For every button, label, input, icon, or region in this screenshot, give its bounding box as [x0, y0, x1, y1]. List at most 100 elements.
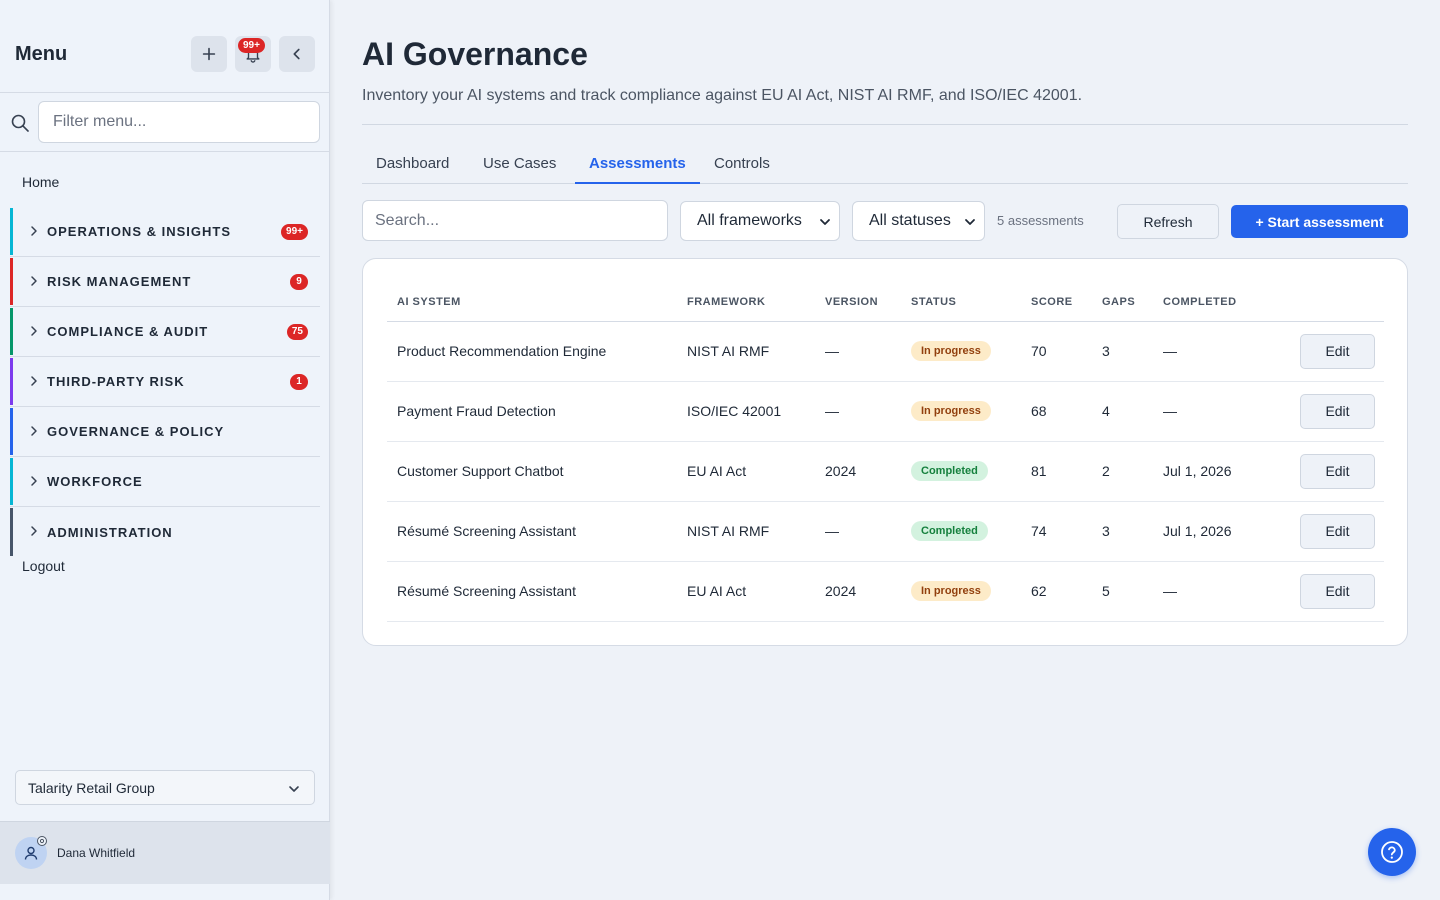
- chevron-right-icon: [31, 226, 37, 236]
- sidebar-group-label: WORKFORCE: [47, 474, 143, 489]
- organization-select-value: Talarity Retail Group: [28, 779, 155, 796]
- chevron-right-icon: [31, 276, 37, 286]
- column-header: STATUS: [901, 284, 1021, 322]
- cell-completed: Jul 1, 2026: [1153, 441, 1290, 502]
- sidebar-group-operations-insights[interactable]: OPERATIONS & INSIGHTS 99+: [10, 207, 320, 257]
- gear-icon: [37, 836, 47, 846]
- cell-status: Completed: [901, 441, 1021, 502]
- cell-version: —: [815, 501, 901, 562]
- cell-gaps: 4: [1092, 381, 1153, 442]
- sidebar-group-third-party-risk[interactable]: THIRD-PARTY RISK 1: [10, 357, 320, 407]
- table-row: Customer Support Chatbot EU AI Act 2024 …: [387, 441, 1384, 502]
- help-icon: [1381, 841, 1403, 863]
- table-header-row: AI SYSTEM FRAMEWORK VERSION STATUS SCORE…: [387, 284, 1384, 322]
- cell-status: In progress: [901, 561, 1021, 622]
- edit-button[interactable]: Edit: [1300, 513, 1375, 549]
- count-badge: 9: [290, 273, 308, 290]
- sidebar-group-governance-policy[interactable]: GOVERNANCE & POLICY: [10, 407, 320, 457]
- cell-status: In progress: [901, 321, 1021, 382]
- cell-ai-system: Customer Support Chatbot: [387, 441, 677, 502]
- status-badge: In progress: [911, 401, 991, 421]
- chevron-down-icon: [289, 786, 299, 792]
- chevron-down-icon: [820, 219, 830, 225]
- status-filter-select[interactable]: All statuses: [852, 201, 985, 241]
- edit-button[interactable]: Edit: [1300, 393, 1375, 429]
- sidebar-group-risk-management[interactable]: RISK MANAGEMENT 9: [10, 257, 320, 307]
- notification-badge: 99+: [238, 38, 265, 53]
- status-badge: In progress: [911, 341, 991, 361]
- sidebar-group-compliance-audit[interactable]: COMPLIANCE & AUDIT 75: [10, 307, 320, 357]
- framework-filter-select[interactable]: All frameworks: [680, 201, 840, 241]
- cell-gaps: 3: [1092, 321, 1153, 382]
- column-header-actions: [1290, 284, 1384, 322]
- cell-gaps: 2: [1092, 441, 1153, 502]
- framework-filter-value: All frameworks: [697, 212, 802, 229]
- divider: [362, 124, 1408, 125]
- sidebar-group-workforce[interactable]: WORKFORCE: [10, 457, 320, 507]
- cell-version: —: [815, 381, 901, 442]
- chevron-right-icon: [31, 426, 37, 436]
- logout-link[interactable]: Logout: [22, 558, 65, 574]
- cell-actions: Edit: [1290, 561, 1384, 622]
- sidebar-header: Menu 99+: [0, 0, 330, 93]
- count-badge: 1: [290, 373, 308, 390]
- edit-button[interactable]: Edit: [1300, 573, 1375, 609]
- sidebar-item-home[interactable]: Home: [22, 174, 59, 190]
- assessment-count: 5 assessments: [997, 213, 1084, 228]
- cell-gaps: 3: [1092, 501, 1153, 562]
- table-row: Résumé Screening Assistant NIST AI RMF —…: [387, 501, 1384, 562]
- filter-menu-input[interactable]: [38, 101, 320, 143]
- chevron-left-icon: [293, 48, 300, 60]
- sidebar-group-administration[interactable]: ADMINISTRATION: [10, 507, 320, 557]
- user-icon: [24, 846, 38, 860]
- cell-actions: Edit: [1290, 381, 1384, 442]
- plus-icon: [202, 47, 216, 61]
- cell-completed: —: [1153, 381, 1290, 442]
- group-color-bar: [10, 308, 13, 355]
- sidebar-group-label: OPERATIONS & INSIGHTS: [47, 224, 231, 239]
- assessments-table: AI SYSTEM FRAMEWORK VERSION STATUS SCORE…: [387, 284, 1384, 622]
- add-button[interactable]: [191, 36, 227, 72]
- edit-button[interactable]: Edit: [1300, 333, 1375, 369]
- cell-framework: EU AI Act: [677, 561, 815, 622]
- organization-select[interactable]: Talarity Retail Group: [15, 770, 315, 805]
- status-badge: Completed: [911, 461, 988, 481]
- chevron-down-icon: [965, 219, 975, 225]
- group-color-bar: [10, 358, 13, 405]
- column-header: VERSION: [815, 284, 901, 322]
- collapse-sidebar-button[interactable]: [279, 36, 315, 72]
- tab-controls[interactable]: Controls: [700, 143, 784, 184]
- column-header: AI SYSTEM: [387, 284, 677, 322]
- start-assessment-button[interactable]: + Start assessment: [1231, 205, 1408, 238]
- tab-assessments[interactable]: Assessments: [575, 143, 700, 184]
- sidebar-group-label: THIRD-PARTY RISK: [47, 374, 185, 389]
- chevron-right-icon: [31, 476, 37, 486]
- chevron-right-icon: [31, 526, 37, 536]
- sidebar-group-label: RISK MANAGEMENT: [47, 274, 192, 289]
- help-button[interactable]: [1368, 828, 1416, 876]
- chevron-right-icon: [31, 326, 37, 336]
- edit-button[interactable]: Edit: [1300, 453, 1375, 489]
- cell-actions: Edit: [1290, 441, 1384, 502]
- tab-dashboard[interactable]: Dashboard: [362, 143, 463, 184]
- refresh-button[interactable]: Refresh: [1117, 204, 1219, 239]
- cell-score: 74: [1021, 501, 1092, 562]
- group-color-bar: [10, 508, 13, 556]
- cell-status: In progress: [901, 381, 1021, 442]
- cell-gaps: 5: [1092, 561, 1153, 622]
- tab-use-cases[interactable]: Use Cases: [469, 143, 570, 184]
- user-profile[interactable]: Dana Whitfield: [0, 821, 330, 884]
- group-color-bar: [10, 458, 13, 505]
- sidebar-group-label: ADMINISTRATION: [47, 524, 173, 540]
- assessments-card: AI SYSTEM FRAMEWORK VERSION STATUS SCORE…: [362, 258, 1408, 646]
- column-header: FRAMEWORK: [677, 284, 815, 322]
- cell-status: Completed: [901, 501, 1021, 562]
- search-input[interactable]: [362, 200, 668, 241]
- sidebar-group-label: GOVERNANCE & POLICY: [47, 424, 225, 439]
- cell-completed: Jul 1, 2026: [1153, 501, 1290, 562]
- cell-actions: Edit: [1290, 321, 1384, 382]
- search-icon: [11, 114, 29, 132]
- cell-version: —: [815, 321, 901, 382]
- cell-version: 2024: [815, 561, 901, 622]
- cell-ai-system: Payment Fraud Detection: [387, 381, 677, 442]
